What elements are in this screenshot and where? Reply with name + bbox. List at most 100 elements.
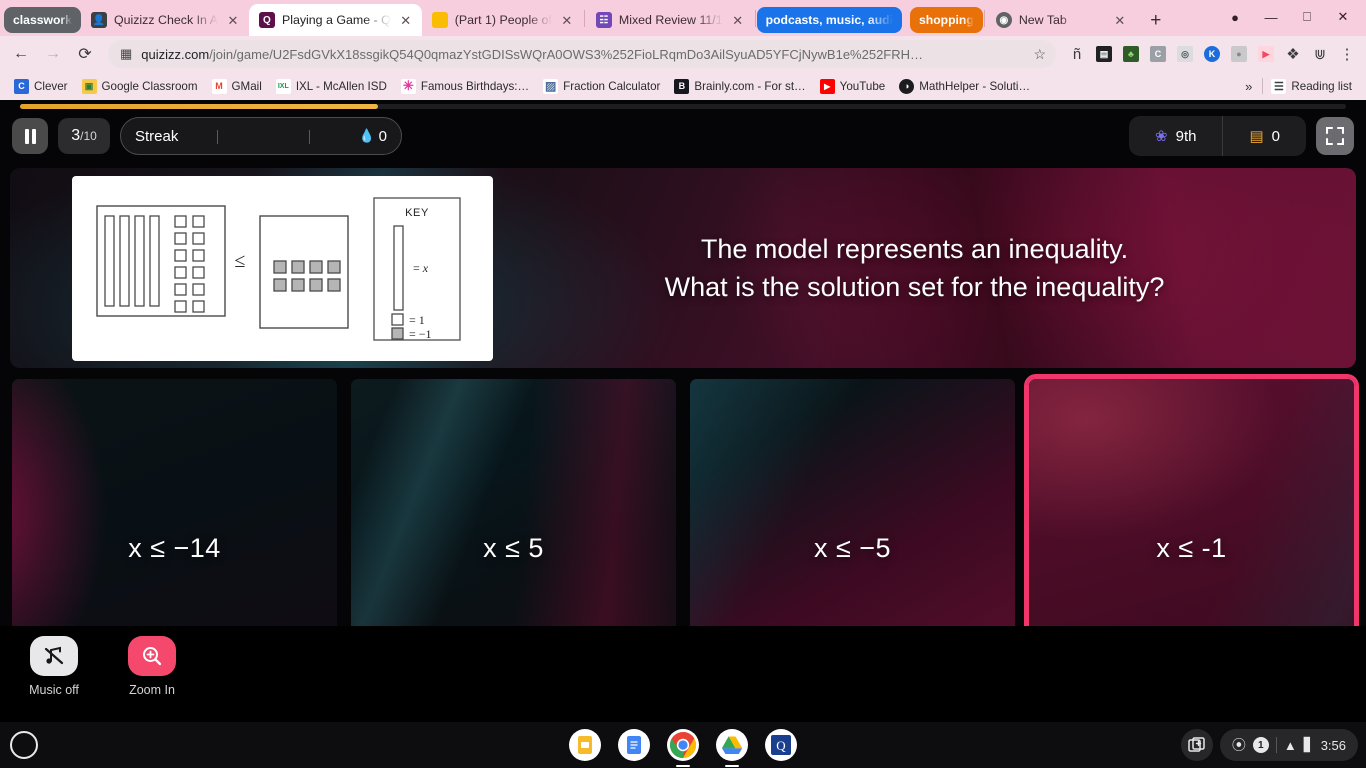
close-window-button[interactable]: ✕ <box>1326 2 1360 32</box>
grey-extension-icon[interactable]: ● <box>1226 41 1252 67</box>
tab-quizizz-check-in[interactable]: 👤 Quizizz Check In A ✕ <box>81 4 249 36</box>
fullscreen-button[interactable] <box>1316 117 1354 155</box>
kami-icon[interactable]: K <box>1199 41 1225 67</box>
bookmark-youtube[interactable]: ▶ YouTube <box>814 76 892 97</box>
tab-close-icon[interactable]: ✕ <box>225 12 241 28</box>
bookmark-star-icon[interactable]: ☆ <box>1033 46 1046 63</box>
update-icon: ⦿ <box>1231 737 1246 753</box>
question-line-1: The model represents an inequality. <box>700 233 1129 264</box>
chrome-icon <box>667 729 699 761</box>
screencastify-icon[interactable]: ▶ <box>1253 41 1279 67</box>
c-extension-icon[interactable]: C <box>1145 41 1171 67</box>
quiz-progress-fill <box>20 104 379 109</box>
tab-title: Playing a Game - Q <box>281 13 391 27</box>
maximize-button[interactable]: ⎕ <box>1290 2 1324 32</box>
bookmark-clever[interactable]: C Clever <box>8 76 74 97</box>
game-bar-right: ❀ 9th ▤ 0 <box>1129 116 1354 156</box>
shelf-app-quizizz[interactable]: Q <box>765 729 797 761</box>
new-tab-button[interactable]: + <box>1142 6 1170 34</box>
inequality-model-svg: ≤ KEY = x = 1 = −1 <box>95 197 461 341</box>
puzzle-extensions-icon[interactable]: ❖ <box>1280 41 1306 67</box>
bookmark-mathhelper[interactable]: ◑ MathHelper - Soluti… <box>893 76 1036 97</box>
bookmark-gmail[interactable]: M GMail <box>206 76 268 97</box>
tab-group-shopping[interactable]: shopping <box>909 7 983 33</box>
shelf-app-google-slides[interactable] <box>569 729 601 761</box>
circle-extension-icon[interactable]: ◎ <box>1172 41 1198 67</box>
question-text: The model represents an inequality. What… <box>493 230 1356 307</box>
question-counter: 3/10 <box>58 118 110 154</box>
tab-close-icon[interactable]: ✕ <box>1112 12 1128 28</box>
bookmark-ixl[interactable]: IXL IXL - McAllen ISD <box>270 76 393 97</box>
tab-group-classwork[interactable]: classwork <box>4 7 81 33</box>
chrome-icon: ◉ <box>995 12 1012 28</box>
running-indicator <box>725 764 739 767</box>
chrome-browser-window: classwork 👤 Quizizz Check In A ✕ Q Playi… <box>0 0 1366 768</box>
google-drive-icon <box>716 729 748 761</box>
zoom-in-label: Zoom In <box>129 683 175 697</box>
music-off-icon <box>30 636 78 676</box>
minimize-button[interactable]: — <box>1254 2 1288 32</box>
quizizz-icon: Q <box>258 12 275 28</box>
enye-icon[interactable]: ñ <box>1064 41 1090 67</box>
bookmark-label: GMail <box>231 79 262 93</box>
system-tray: ⦿ 1 ▲ ▋ 3:56 <box>1180 729 1358 761</box>
svg-text:≤: ≤ <box>234 250 245 272</box>
tree-icon[interactable]: ♣ <box>1118 41 1144 67</box>
chrome-menu-icon[interactable]: ⋮ <box>1334 41 1360 67</box>
tab-mixed-review[interactable]: ☷ Mixed Review 11/1 ✕ <box>586 4 754 36</box>
reload-button[interactable]: ⟳ <box>70 39 100 69</box>
coins-stat[interactable]: ▤ 0 <box>1222 116 1306 156</box>
streak-value-group: 💧 0 <box>358 128 387 145</box>
question-model-image: ≤ KEY = x = 1 = −1 <box>72 175 493 361</box>
stat-group: ❀ 9th ▤ 0 <box>1129 116 1306 156</box>
tab-close-icon[interactable]: ✕ <box>398 12 414 28</box>
bookmark-fraction-calculator[interactable]: ▨ Fraction Calculator <box>537 76 666 97</box>
url-host: quizizz.com <box>141 46 210 62</box>
zoom-in-button[interactable]: Zoom In <box>114 636 190 697</box>
address-bar[interactable]: ▦ quizizz.com/join/game/U2FsdGVkX18ssgik… <box>108 40 1056 68</box>
bookmark-google-classroom[interactable]: ▣ Google Classroom <box>76 76 204 97</box>
answer-label: x ≤ −14 <box>128 532 221 563</box>
cast-icon[interactable]: ⋓ <box>1307 41 1333 67</box>
tab-title: podcasts, music, audi <box>765 13 893 27</box>
back-button[interactable]: ← <box>6 39 36 69</box>
battery-icon: ▋ <box>1303 737 1314 752</box>
game-top-bar: 3/10 Streak 💧 0 ❀ 9th ▤ 0 <box>0 112 1366 160</box>
profile-icon[interactable]: ● <box>1218 2 1252 32</box>
shelf-app-chrome[interactable] <box>667 729 699 767</box>
flashcards-icon[interactable]: ▤ <box>1091 41 1117 67</box>
famous-birthdays-icon: ✳ <box>400 78 416 94</box>
launcher-icon[interactable] <box>10 731 38 759</box>
rank-stat[interactable]: ❀ 9th <box>1129 116 1222 156</box>
status-area[interactable]: ⦿ 1 ▲ ▋ 3:56 <box>1219 729 1358 761</box>
tab-close-icon[interactable]: ✕ <box>559 12 575 28</box>
coins-value: 0 <box>1271 127 1280 145</box>
clock: 3:56 <box>1320 737 1346 753</box>
tab-title: Quizizz Check In A <box>113 13 218 27</box>
tab-title: shopping <box>918 13 974 27</box>
bookmark-label: Fraction Calculator <box>563 79 661 93</box>
svg-text:Q: Q <box>776 738 786 753</box>
reading-list-button[interactable]: ☰ Reading list <box>1265 76 1358 97</box>
pause-button[interactable] <box>12 118 48 154</box>
music-toggle-button[interactable]: Music off <box>16 636 92 697</box>
tab-playing-a-game[interactable]: Q Playing a Game - Q ✕ <box>248 4 422 36</box>
bookmark-famous-birthdays[interactable]: ✳ Famous Birthdays:… <box>395 76 535 97</box>
shelf-app-google-docs[interactable] <box>618 729 650 761</box>
bookmark-brainly[interactable]: B Brainly.com - For st… <box>668 76 811 97</box>
mathhelper-icon: ◑ <box>899 78 915 94</box>
question-line-2: What is the solution set for the inequal… <box>664 272 1165 302</box>
tab-part-1-people-of[interactable]: (Part 1) People of ✕ <box>422 4 583 36</box>
tab-new-tab[interactable]: ◉ New Tab ✕ <box>986 4 1136 36</box>
svg-text:= 1: = 1 <box>409 313 425 327</box>
tab-close-icon[interactable]: ✕ <box>730 12 746 28</box>
shelf-app-google-drive[interactable] <box>716 729 748 767</box>
bookmarks-overflow-button[interactable]: » <box>1237 79 1260 94</box>
tab-group-podcasts[interactable]: podcasts, music, audi <box>756 7 902 33</box>
fraction-calculator-icon: ▨ <box>543 78 559 94</box>
quizizz-game-area: 3/10 Streak 💧 0 ❀ 9th ▤ 0 ≤ KEY = x = 1 … <box>0 100 1366 722</box>
reading-list-label: Reading list <box>1291 79 1352 93</box>
page-info-icon[interactable]: ▦ <box>120 46 132 62</box>
google-docs-icon <box>618 729 650 761</box>
screen-capture-icon[interactable] <box>1180 729 1213 761</box>
